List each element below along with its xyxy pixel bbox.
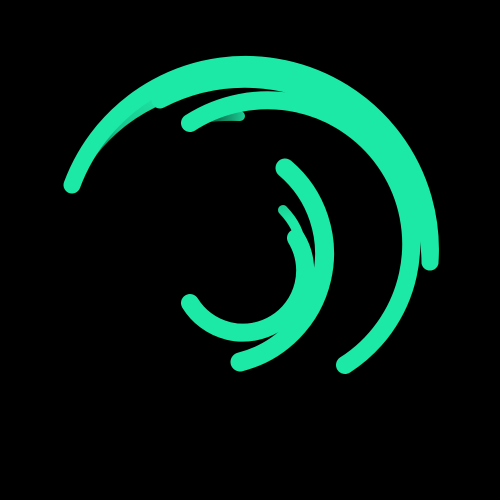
logo-canvas xyxy=(0,0,500,500)
middle-arc-fade xyxy=(180,110,245,127)
small-arc xyxy=(181,229,315,342)
swirl-arcs-logo-icon xyxy=(63,55,439,374)
